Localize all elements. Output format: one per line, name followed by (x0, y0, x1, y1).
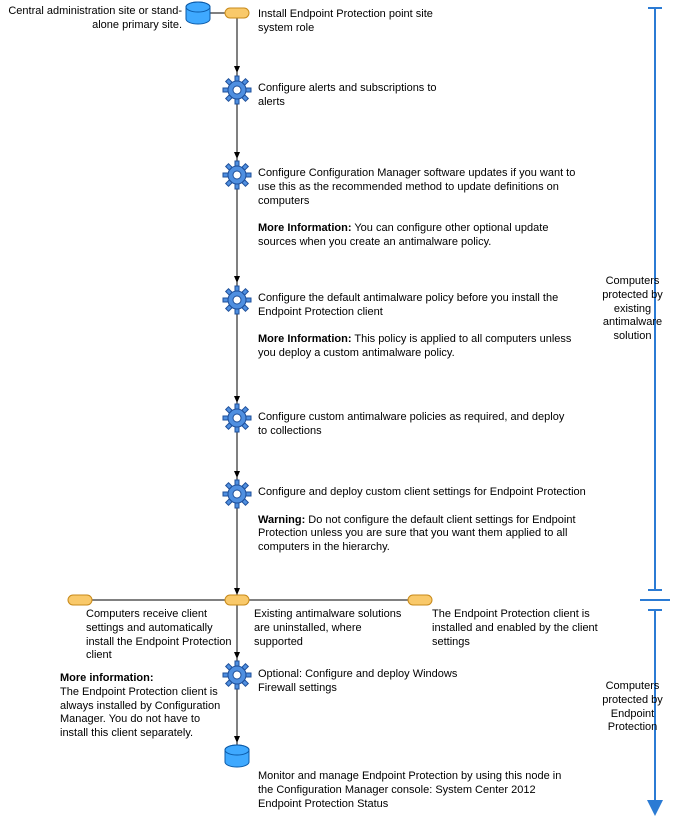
warning-text: Do not configure the default client sett… (258, 514, 576, 554)
node-branch-right-icon (408, 595, 432, 605)
node-branch-mid-icon (225, 595, 249, 605)
side-label-existing: Computers protected by existing antimalw… (595, 275, 670, 344)
step-client-settings-text: Configure and deploy custom client setti… (258, 486, 586, 498)
branch-right-text: The Endpoint Protection client is instal… (432, 608, 612, 649)
step-software-updates-text: Configure Configuration Manager software… (258, 167, 575, 207)
step-custom-antimalware: Configure custom antimalware policies as… (258, 411, 568, 439)
more-info-label: More Information: (258, 222, 352, 234)
branch-left-text: Computers receive client settings and au… (86, 608, 236, 663)
step-firewall: Optional: Configure and deploy Windows F… (258, 668, 488, 696)
step-configure-alerts: Configure alerts and subscriptions to al… (258, 82, 458, 110)
step-default-antimalware: Configure the default antimalware policy… (258, 292, 588, 361)
gear-icon (217, 474, 257, 514)
more-info-heading: More information: (60, 672, 154, 684)
more-info-body: The Endpoint Protection client is always… (60, 686, 220, 739)
warning-label: Warning: (258, 514, 305, 526)
central-admin-label: Central administration site or stand-alo… (2, 5, 182, 33)
step-client-settings: Configure and deploy custom client setti… (258, 486, 588, 555)
gear-icon (217, 398, 257, 438)
database-icon (225, 745, 249, 767)
node-top-icon (225, 8, 249, 18)
more-info-label: More Information: (258, 333, 352, 345)
step-install-role: Install Endpoint Protection point site s… (258, 8, 448, 36)
branch-mid-text: Existing antimalware solutions are unins… (254, 608, 404, 649)
database-icon (186, 2, 210, 24)
step-default-antimalware-text: Configure the default antimalware policy… (258, 292, 558, 318)
more-info-block: More information: The Endpoint Protectio… (60, 672, 225, 741)
gear-icon (217, 155, 257, 195)
gear-icon (217, 70, 257, 110)
node-branch-left-icon (68, 595, 92, 605)
side-label-endpoint: Computers protected by Endpoint Protecti… (595, 680, 670, 735)
step-software-updates: Configure Configuration Manager software… (258, 167, 588, 250)
gear-icon (217, 280, 257, 320)
step-monitor: Monitor and manage Endpoint Protection b… (258, 770, 568, 811)
